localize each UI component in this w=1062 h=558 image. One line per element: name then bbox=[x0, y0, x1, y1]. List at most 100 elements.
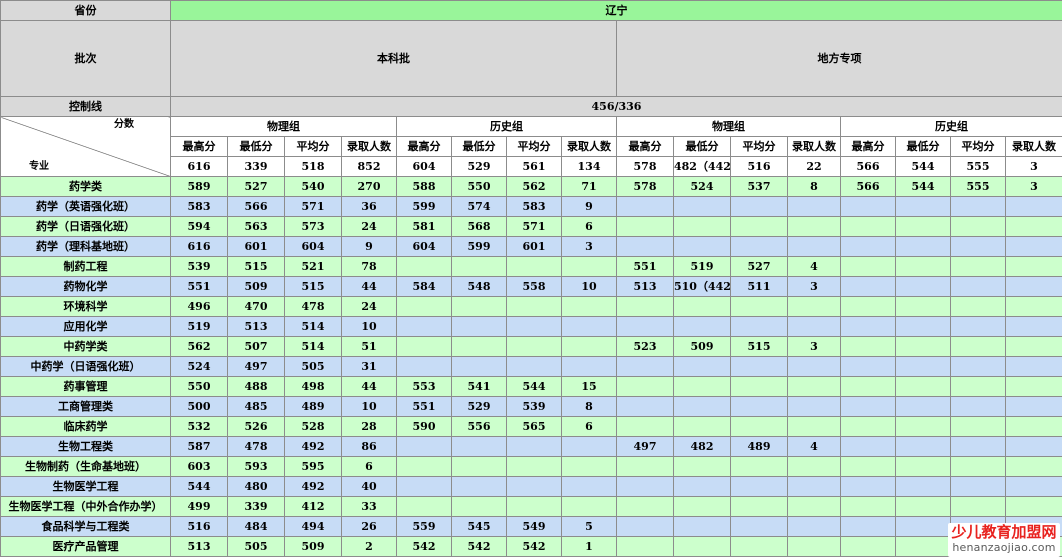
score-cell bbox=[616, 356, 674, 377]
score-cell bbox=[561, 336, 617, 357]
control-line-label: 控制线 bbox=[0, 96, 171, 117]
major-name-cell: 药事管理 bbox=[0, 376, 171, 397]
major-name-cell: 工商管理类 bbox=[0, 396, 171, 417]
score-cell: 513 bbox=[170, 536, 228, 557]
corner-major-label: 专业 bbox=[29, 161, 49, 172]
score-cell: 583 bbox=[170, 196, 228, 217]
score-cell bbox=[451, 336, 507, 357]
score-cell: 470 bbox=[227, 296, 285, 317]
summary-cell: 3 bbox=[1005, 156, 1062, 177]
score-cell bbox=[561, 356, 617, 377]
score-cell: 494 bbox=[284, 516, 342, 537]
score-cell: 566 bbox=[840, 176, 896, 197]
score-cell: 604 bbox=[396, 236, 452, 257]
score-cell bbox=[840, 536, 896, 557]
score-cell bbox=[673, 196, 731, 217]
score-cell bbox=[840, 256, 896, 277]
score-cell: 542 bbox=[396, 536, 452, 557]
score-cell bbox=[787, 216, 841, 237]
summary-cell: 566 bbox=[840, 156, 896, 177]
province-label: 省份 bbox=[0, 0, 171, 21]
score-cell bbox=[1005, 496, 1062, 517]
score-cell bbox=[950, 356, 1006, 377]
score-cell bbox=[730, 536, 788, 557]
score-cell: 492 bbox=[284, 436, 342, 457]
score-cell: 478 bbox=[284, 296, 342, 317]
score-cell bbox=[895, 396, 951, 417]
score-cell: 551 bbox=[396, 396, 452, 417]
score-cell: 497 bbox=[616, 436, 674, 457]
score-cell: 270 bbox=[341, 176, 397, 197]
score-cell: 550 bbox=[170, 376, 228, 397]
score-cell: 78 bbox=[341, 256, 397, 277]
score-cell bbox=[673, 516, 731, 537]
score-cell bbox=[840, 196, 896, 217]
score-cell bbox=[787, 516, 841, 537]
score-cell: 588 bbox=[396, 176, 452, 197]
score-cell bbox=[616, 216, 674, 237]
score-cell bbox=[787, 536, 841, 557]
score-cell bbox=[840, 236, 896, 257]
table-row: 医疗产品管理 513 505 509 2 542 542 542 1 bbox=[0, 536, 1062, 557]
score-cell bbox=[673, 396, 731, 417]
score-cell: 478 bbox=[227, 436, 285, 457]
score-cell: 523 bbox=[616, 336, 674, 357]
score-cell bbox=[730, 316, 788, 337]
table-row: 环境科学 496 470 478 24 bbox=[0, 296, 1062, 317]
score-cell: 3 bbox=[787, 276, 841, 297]
score-cell bbox=[895, 376, 951, 397]
score-cell: 571 bbox=[284, 196, 342, 217]
score-cell bbox=[396, 496, 452, 517]
score-cell bbox=[840, 276, 896, 297]
table-row: 中药学类 562 507 514 51 523 509 515 3 bbox=[0, 336, 1062, 357]
score-cell: 28 bbox=[341, 416, 397, 437]
score-cell: 540 bbox=[284, 176, 342, 197]
summary-cell: 555 bbox=[950, 156, 1006, 177]
table-row: 制药工程 539 515 521 78 551 519 527 4 bbox=[0, 256, 1062, 277]
score-cell bbox=[451, 296, 507, 317]
score-cell: 519 bbox=[673, 256, 731, 277]
score-cell bbox=[840, 436, 896, 457]
count-header: 录取人数 bbox=[561, 136, 617, 157]
score-cell: 587 bbox=[170, 436, 228, 457]
group-header-row: 分数 专业 物理组 历史组 物理组 历史组 bbox=[0, 116, 1062, 177]
score-cell bbox=[787, 416, 841, 437]
max-score-header: 最高分 bbox=[396, 136, 452, 157]
score-cell bbox=[1005, 336, 1062, 357]
score-cell: 10 bbox=[561, 276, 617, 297]
summary-cell: 529 bbox=[451, 156, 507, 177]
score-cell: 555 bbox=[950, 176, 1006, 197]
score-cell bbox=[1005, 456, 1062, 477]
count-header: 录取人数 bbox=[787, 136, 841, 157]
score-cell: 544 bbox=[170, 476, 228, 497]
score-cell: 496 bbox=[170, 296, 228, 317]
count-header: 录取人数 bbox=[1005, 136, 1062, 157]
score-cell bbox=[895, 216, 951, 237]
score-cell bbox=[950, 276, 1006, 297]
control-line-row: 控制线 456/336 bbox=[0, 96, 1062, 117]
score-cell bbox=[1005, 256, 1062, 277]
score-cell: 539 bbox=[170, 256, 228, 277]
score-cell: 514 bbox=[284, 336, 342, 357]
score-cell: 44 bbox=[341, 276, 397, 297]
score-cell: 537 bbox=[730, 176, 788, 197]
score-cell: 542 bbox=[506, 536, 562, 557]
min-score-header: 最低分 bbox=[673, 136, 731, 157]
score-cell bbox=[895, 276, 951, 297]
summary-cell: 561 bbox=[506, 156, 562, 177]
score-cell: 24 bbox=[341, 296, 397, 317]
summary-cell: 604 bbox=[396, 156, 452, 177]
score-cell: 509 bbox=[227, 276, 285, 297]
score-cell bbox=[840, 336, 896, 357]
score-cell: 511 bbox=[730, 276, 788, 297]
score-cell bbox=[396, 356, 452, 377]
avg-score-header: 平均分 bbox=[284, 136, 342, 157]
table-row: 中药学（日语强化班） 524 497 505 31 bbox=[0, 356, 1062, 377]
score-cell bbox=[561, 496, 617, 517]
score-cell: 528 bbox=[284, 416, 342, 437]
score-cell: 498 bbox=[284, 376, 342, 397]
score-cell: 5 bbox=[561, 516, 617, 537]
score-cell bbox=[673, 456, 731, 477]
group-history-main: 历史组 bbox=[396, 116, 617, 137]
score-cell bbox=[840, 356, 896, 377]
